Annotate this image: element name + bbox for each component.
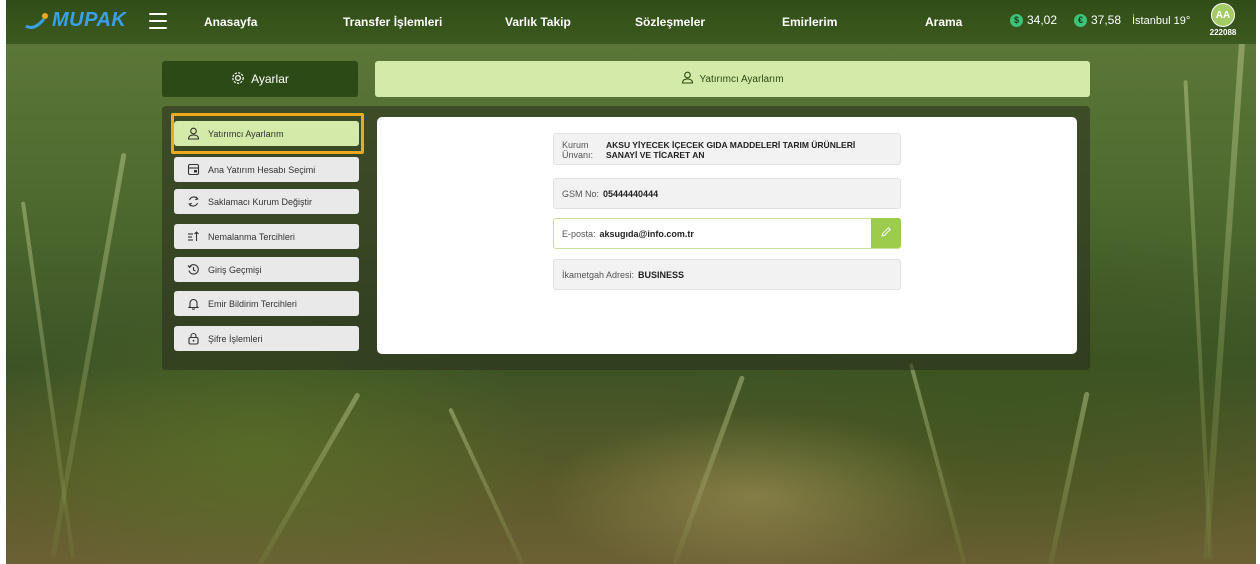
user-id: 222088 (1209, 28, 1237, 37)
logo-swoosh-icon (24, 11, 50, 31)
account-select-icon (186, 163, 200, 177)
menu-item-label: Ana Yatırım Hesabı Seçimi (208, 164, 316, 175)
user-profile[interactable]: AA 222088 (1199, 3, 1247, 37)
email-value: aksugıda@info.com.tr (599, 228, 694, 239)
nav-transfer[interactable]: Transfer İşlemleri (343, 15, 442, 29)
top-navigation-bar: MUPAK Anasayfa Transfer İşlemleri Varlık… (6, 0, 1256, 44)
euro-icon: € (1074, 13, 1087, 27)
gsm-value: 05444440444 (603, 188, 659, 199)
institution-label-line2: Ünvanı: (562, 150, 594, 160)
eur-rate-value: 37,58 (1091, 13, 1122, 27)
menu-item-label: Emir Bildirim Tercihleri (208, 298, 297, 309)
usd-rate-value: 34,02 (1027, 13, 1058, 27)
address-value: BUSINESS (638, 269, 685, 280)
edit-email-button[interactable] (871, 218, 901, 248)
user-icon (681, 71, 699, 87)
institution-label-line1: Kurum (562, 140, 589, 150)
menu-item-main-account[interactable]: Ana Yatırım Hesabı Seçimi (174, 157, 359, 182)
settings-label: Ayarlar (251, 72, 289, 86)
menu-item-label: Nemalanma Tercihleri (208, 231, 295, 242)
nav-search[interactable]: Arama (925, 15, 962, 29)
page-title-bar: Yatırımcı Ayarlarım (375, 61, 1090, 97)
menu-item-login-history[interactable]: Giriş Geçmişi (174, 257, 359, 282)
address-label: İkametgah Adresi: (562, 269, 635, 280)
gsm-label: GSM No: (562, 188, 600, 199)
institution-value-line2: SANAYİ VE TİCARET AN (606, 150, 705, 160)
menu-item-label: Saklamacı Kurum Değiştir (208, 196, 313, 207)
institution-value-line1: AKSU YİYECEK İÇECEK GIDA MADDELERİ TARIM… (606, 140, 856, 150)
menu-item-label: Giriş Geçmişi (208, 264, 262, 275)
gsm-field: GSM No: 05444440444 (553, 178, 901, 209)
nav-home[interactable]: Anasayfa (204, 15, 257, 29)
hamburger-menu-icon[interactable] (149, 13, 167, 29)
menu-item-custodian-change[interactable]: Saklamacı Kurum Değiştir (174, 189, 359, 214)
bell-icon (186, 297, 200, 311)
sort-icon (186, 230, 200, 244)
address-field: İkametgah Adresi: BUSINESS (553, 259, 901, 290)
nav-asset-tracking[interactable]: Varlık Takip (505, 15, 571, 29)
email-field[interactable]: E-posta: aksugıda@info.com.tr (553, 218, 901, 249)
usd-rate: $ 34,02 (1010, 13, 1057, 27)
menu-item-order-notifications[interactable]: Emir Bildirim Tercihleri (174, 291, 359, 316)
nav-contracts[interactable]: Sözleşmeler (635, 15, 705, 29)
menu-item-password[interactable]: Şifre İşlemleri (174, 326, 359, 351)
lock-icon (186, 332, 200, 346)
page-title: Yatırımcı Ayarlarım (699, 73, 784, 85)
weather-info: İstanbul 19° (1132, 15, 1191, 27)
institution-name-field: Kurum Ünvanı: AKSU YİYECEK İÇECEK GIDA M… (553, 133, 901, 165)
history-icon (186, 263, 200, 277)
brand-logo[interactable]: MUPAK (24, 9, 126, 32)
eur-rate: € 37,58 (1074, 13, 1121, 27)
settings-button[interactable]: Ayarlar (162, 61, 358, 97)
avatar[interactable]: AA (1211, 3, 1235, 27)
active-item-highlight (171, 113, 364, 154)
menu-item-label: Şifre İşlemleri (208, 333, 263, 344)
nav-orders[interactable]: Emirlerim (782, 15, 837, 29)
refresh-icon (186, 195, 200, 209)
email-label: E-posta: (562, 228, 596, 239)
pencil-icon (880, 226, 892, 240)
gear-icon (231, 71, 251, 88)
dollar-icon: $ (1010, 13, 1023, 27)
menu-item-yield-preferences[interactable]: Nemalanma Tercihleri (174, 224, 359, 249)
brand-name: MUPAK (52, 9, 127, 31)
